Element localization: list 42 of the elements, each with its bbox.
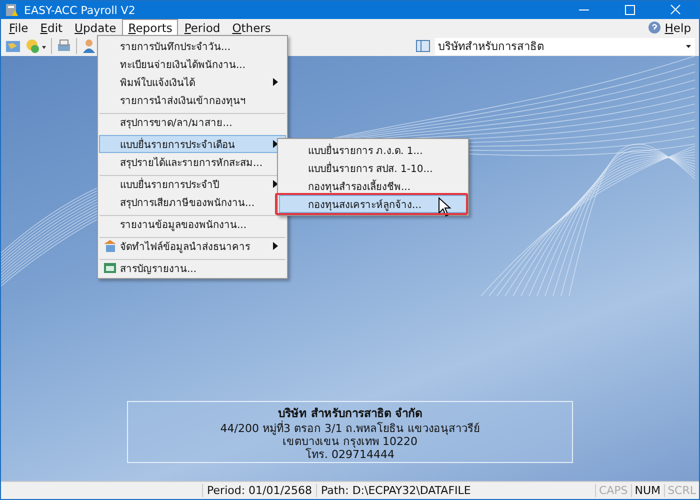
menu-item[interactable]: แบบยื่นรายการ สปส. 1-10... bbox=[279, 159, 467, 177]
submenu-arrow-icon bbox=[273, 180, 279, 188]
window-icon bbox=[103, 261, 117, 275]
map-icon[interactable] bbox=[5, 38, 21, 54]
menu-item[interactable]: พิมพ์ใบแจ้งเงินได้ bbox=[99, 73, 286, 91]
bank-file-icon bbox=[103, 239, 117, 253]
menu-item[interactable]: รายการนำส่งเงินเข้ากองทุนฯ bbox=[99, 91, 286, 109]
window-title: EASY-ACC Payroll V2 bbox=[24, 4, 136, 16]
key-indicator: NUM bbox=[630, 484, 664, 497]
submenu-arrow-icon bbox=[273, 78, 279, 86]
menu-item[interactable]: File bbox=[3, 18, 34, 36]
menu-item[interactable]: Period bbox=[178, 18, 226, 36]
company-address: เขตบางเขน กรุงเทพ 10220 bbox=[282, 434, 418, 448]
caret-icon bbox=[686, 44, 691, 48]
menu-item[interactable]: สรุปการขาด/ลา/มาสาย... bbox=[99, 113, 286, 131]
menu-item[interactable]: แบบยื่นรายการประจำเดือน bbox=[99, 135, 286, 153]
period-status: Period: 01/01/2568 bbox=[202, 484, 316, 497]
help-menu[interactable]: Help bbox=[660, 18, 697, 36]
menu-item[interactable]: รายการบันทึกประจำวัน... bbox=[99, 37, 286, 55]
company-select[interactable]: บริษัทสำหรับการสาธิต bbox=[435, 38, 695, 54]
printer-icon[interactable] bbox=[56, 38, 72, 54]
mouse-cursor-icon bbox=[438, 197, 452, 217]
menu-item[interactable]: Others bbox=[226, 18, 277, 36]
app-icon bbox=[5, 3, 19, 17]
help-icon bbox=[648, 21, 661, 34]
menu-item[interactable]: Edit bbox=[34, 18, 69, 36]
user-icon[interactable] bbox=[81, 38, 97, 54]
submenu-arrow-icon bbox=[273, 140, 279, 148]
menu-item[interactable]: จัดทำไฟล์ข้อมูลนำส่งธนาคาร bbox=[99, 237, 286, 255]
key-indicator: CAPS bbox=[594, 484, 631, 497]
menu-item[interactable]: รายงานข้อมูลของพนักงาน... bbox=[99, 215, 286, 233]
menu-item[interactable]: สารบัญรายงาน... bbox=[99, 259, 286, 277]
panel-icon bbox=[415, 39, 431, 53]
key-indicator: SCRL bbox=[664, 484, 699, 497]
coins-add-icon[interactable] bbox=[25, 38, 47, 54]
submenu-arrow-icon bbox=[273, 242, 279, 250]
company-address: 44/200 หมู่ที่3 ตรอก 3/1 ถ.พหลโยธิน แขวงอนุสาวรีย์ bbox=[220, 422, 480, 434]
menu-item[interactable]: ทะเบียนจ่ายเงินได้พนักงาน... bbox=[99, 55, 286, 73]
path-status: Path: D:\ECPAY32\DATAFILE bbox=[316, 484, 595, 497]
company-name: บริษัท สำหรับการสาธิต จำกัด bbox=[278, 404, 422, 420]
company-address: โทร. 029714444 bbox=[306, 448, 394, 460]
menu-item[interactable]: Update bbox=[68, 18, 122, 36]
